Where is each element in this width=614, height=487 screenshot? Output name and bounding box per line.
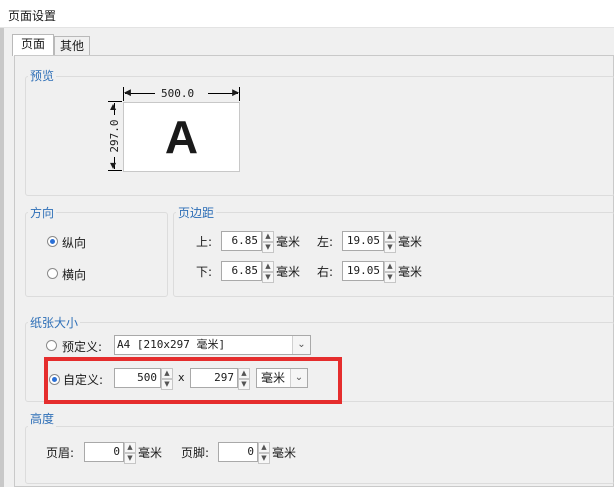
orientation-group [25, 212, 168, 297]
custom-x-separator: x [178, 371, 185, 384]
custom-unit-dropdown[interactable]: 毫米 ⌄ [256, 368, 308, 388]
margin-left-label: 左: [317, 235, 334, 249]
header-height-unit: 毫米 [138, 446, 163, 460]
window-title: 页面设置 [8, 9, 57, 23]
margin-left-input[interactable]: 19.05 [342, 231, 384, 251]
preview-group-label: 预览 [28, 67, 57, 84]
footer-height-label: 页脚: [181, 446, 210, 460]
custom-width-input[interactable]: 500 [114, 368, 161, 388]
margin-bottom-input[interactable]: 6.85 [221, 261, 262, 281]
paper-size-group-label: 纸张大小 [28, 314, 81, 331]
margin-right-unit: 毫米 [398, 265, 423, 279]
height-group-label: 高度 [28, 410, 57, 427]
chevron-down-icon[interactable]: ⌄ [292, 336, 310, 354]
custom-height-spinner[interactable]: ▲ ▼ [238, 368, 250, 390]
footer-height-spinner[interactable]: ▲ ▼ [258, 442, 270, 464]
margin-bottom-unit: 毫米 [276, 265, 301, 279]
margin-right-label: 右: [317, 265, 334, 279]
header-height-label: 页眉: [46, 446, 75, 460]
preview-letter: A [164, 111, 199, 163]
width-dimension: ◀ ▶ 500.0 [123, 87, 240, 101]
custom-radio[interactable] [49, 374, 60, 385]
height-dimension: ▲ ▼ 297.0 [108, 101, 122, 171]
predefined-label: 预定义: [62, 340, 103, 354]
landscape-label: 横向 [62, 268, 87, 282]
height-dimension-value: 297.0 [108, 119, 121, 153]
footer-height-unit: 毫米 [272, 446, 297, 460]
orientation-group-label: 方向 [28, 204, 57, 221]
paper-size-group [25, 322, 614, 402]
width-dimension-value: 500.0 [161, 87, 195, 100]
margin-bottom-label: 下: [196, 265, 213, 279]
header-height-spinner[interactable]: ▲ ▼ [124, 442, 136, 464]
page-preview: A [123, 102, 240, 172]
tab-other-label: 其他 [59, 39, 84, 53]
custom-unit-value: 毫米 [261, 371, 286, 385]
portrait-label: 纵向 [62, 236, 87, 250]
tab-page[interactable]: 页面 [12, 34, 54, 56]
margin-top-label: 上: [196, 235, 213, 249]
margin-top-spinner[interactable]: ▲ ▼ [262, 231, 274, 253]
header-height-input[interactable]: 0 [84, 442, 124, 462]
predefined-radio[interactable] [46, 340, 57, 351]
margin-left-spinner[interactable]: ▲ ▼ [384, 231, 396, 253]
landscape-radio[interactable] [47, 268, 58, 279]
margins-group-label: 页边距 [176, 204, 217, 221]
chevron-down-icon[interactable]: ⌄ [290, 369, 307, 387]
margin-right-spinner[interactable]: ▲ ▼ [384, 261, 396, 283]
tab-page-label: 页面 [20, 37, 45, 51]
margin-left-unit: 毫米 [398, 235, 423, 249]
margin-bottom-spinner[interactable]: ▲ ▼ [262, 261, 274, 283]
footer-height-input[interactable]: 0 [218, 442, 258, 462]
custom-height-input[interactable]: 297 [190, 368, 238, 388]
tab-other[interactable]: 其他 [54, 36, 90, 56]
custom-width-spinner[interactable]: ▲ ▼ [161, 368, 173, 390]
custom-label: 自定义: [63, 373, 104, 387]
predefined-dropdown-value: A4 [210x297 毫米] [117, 338, 226, 351]
predefined-dropdown[interactable]: A4 [210x297 毫米] ⌄ [114, 335, 311, 355]
title-bar: 页面设置 [0, 0, 614, 28]
left-edge-strip [0, 28, 4, 487]
margin-top-input[interactable]: 6.85 [221, 231, 262, 251]
margins-group [173, 212, 614, 297]
margin-right-input[interactable]: 19.05 [342, 261, 384, 281]
margin-top-unit: 毫米 [276, 235, 301, 249]
portrait-radio[interactable] [47, 236, 58, 247]
